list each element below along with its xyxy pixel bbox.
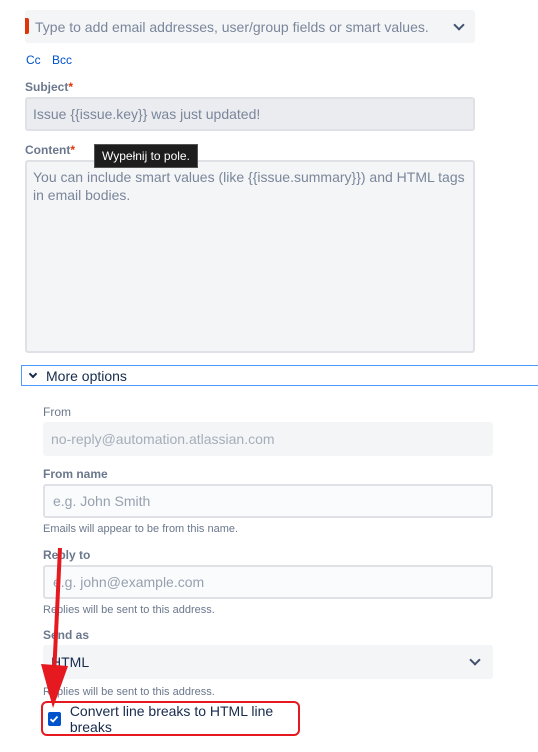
reply-to-input[interactable]: e.g. john@example.com xyxy=(43,565,493,599)
from-name-input[interactable]: e.g. John Smith xyxy=(43,484,493,518)
content-label: Content* xyxy=(25,143,75,157)
checkbox-checked-icon[interactable] xyxy=(48,711,61,726)
reply-to-label: Reply to xyxy=(43,548,91,562)
chevron-down-icon[interactable] xyxy=(453,18,465,31)
content-placeholder: You can include smart values (like {{iss… xyxy=(33,169,465,203)
bcc-link[interactable]: Bcc xyxy=(52,53,72,67)
send-as-value: HTML xyxy=(51,654,90,670)
chevron-down-icon xyxy=(28,369,38,379)
to-recipients-placeholder: Type to add email addresses, user/group … xyxy=(35,18,429,35)
validation-tooltip: Wypełnij to pole. xyxy=(94,144,198,168)
reply-to-helper: Replies will be sent to this address. xyxy=(43,604,215,616)
send-as-helper: Replies will be sent to this address. xyxy=(43,686,215,698)
cc-bcc-links: Cc Bcc xyxy=(26,53,80,67)
subject-value: Issue {{issue.key}} was just updated! xyxy=(33,106,261,122)
more-options-label: More options xyxy=(46,367,127,384)
more-options-toggle[interactable]: More options xyxy=(21,365,538,386)
subject-input[interactable]: Issue {{issue.key}} was just updated! xyxy=(25,97,475,131)
convert-line-breaks-label: Convert line breaks to HTML line breaks xyxy=(69,702,274,735)
required-mark: * xyxy=(68,80,74,94)
send-as-select[interactable]: HTML xyxy=(43,645,493,679)
from-field: no-reply@automation.atlassian.com xyxy=(43,422,493,456)
from-value: no-reply@automation.atlassian.com xyxy=(51,431,275,447)
chevron-down-icon[interactable] xyxy=(469,654,481,666)
to-recipients-select[interactable]: Type to add email addresses, user/group … xyxy=(25,10,475,43)
subject-label: Subject* xyxy=(25,80,74,94)
from-name-label: From name xyxy=(43,467,108,481)
convert-line-breaks-checkbox[interactable]: Convert line breaks to HTML line breaks xyxy=(41,701,300,736)
content-textarea[interactable]: You can include smart values (like {{iss… xyxy=(25,160,475,353)
reply-to-placeholder: e.g. john@example.com xyxy=(53,574,205,590)
from-label: From xyxy=(43,405,71,419)
send-as-label: Send as xyxy=(43,628,90,642)
from-name-helper: Emails will appear to be from this name. xyxy=(43,523,239,535)
from-name-placeholder: e.g. John Smith xyxy=(53,493,151,509)
required-mark: * xyxy=(70,143,75,157)
cc-link[interactable]: Cc xyxy=(26,53,41,67)
error-marker xyxy=(25,18,29,34)
